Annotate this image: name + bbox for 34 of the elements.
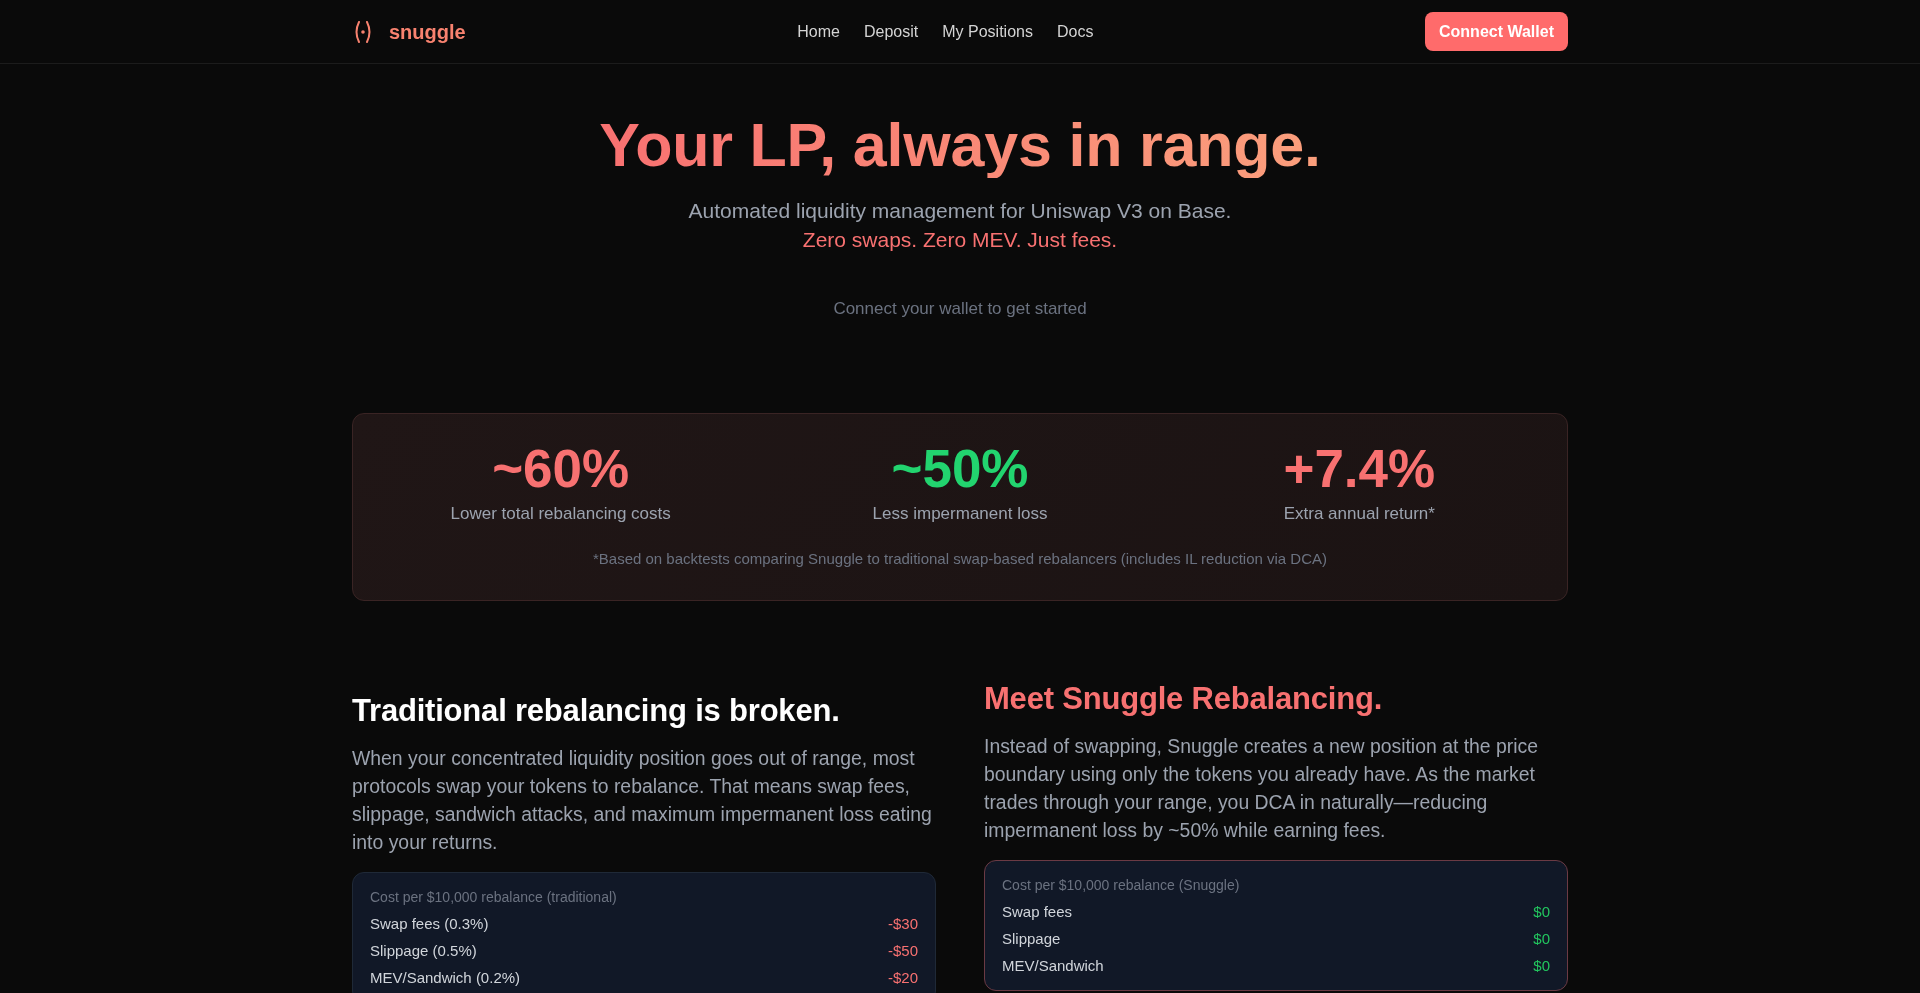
stat-label: Less impermanent loss xyxy=(872,503,1048,525)
logo-icon xyxy=(355,20,371,43)
cost-label: Slippage xyxy=(1002,929,1061,949)
cost-card-title: Cost per $10,000 rebalance (Snuggle) xyxy=(1002,876,1241,895)
section-text: Instead of swapping, Snuggle creates a new position at the price boundary using only the tokens you already have. As the market trades through your range, you DCA in naturally—reducing impermanent loss by ~50% while earning fees. xyxy=(984,734,1540,843)
nav-link[interactable]: Deposit xyxy=(864,20,919,43)
cost-label: Swap fees (0.3%) xyxy=(370,914,489,934)
stat-label: Lower total rebalancing costs xyxy=(450,503,671,525)
nav-link[interactable]: Home xyxy=(797,20,840,43)
cost-label: MEV/Sandwich (0.2%) xyxy=(370,968,521,988)
cost-amount: $0 xyxy=(1533,902,1550,922)
cost-amount: $0 xyxy=(1533,929,1550,949)
cost-amount: -$50 xyxy=(887,941,918,961)
hero-tagline: Zero swaps. Zero MEV. Just fees. xyxy=(802,227,1118,253)
cost-label: MEV/Sandwich xyxy=(1002,956,1104,976)
section-text: When your concentrated liquidity position goes out of range, most protocols swap your tokens to rebalance. That means swap fees, slippage, sandwich attacks, and maximum impermanent loss eating into your returns. xyxy=(352,746,933,855)
stat-value: +7.4% xyxy=(1283,445,1436,493)
cost-amount: -$30 xyxy=(887,914,918,934)
wallet-hint: Connect your wallet to get started xyxy=(833,298,1087,320)
nav-link[interactable]: Docs xyxy=(1056,20,1094,43)
brand-link[interactable]: snuggle xyxy=(389,19,466,44)
cost-label: Slippage (0.5%) xyxy=(370,941,477,961)
stat-value: ~60% xyxy=(492,445,630,493)
cost-card-title: Cost per $10,000 rebalance (traditional) xyxy=(370,888,618,907)
section-heading: Meet Snuggle Rebalancing. xyxy=(984,681,1384,717)
stats-footnote: *Based on backtests comparing Snuggle to traditional swap-based rebalancers (includes IL reduction via DCA) xyxy=(592,549,1328,569)
nav-link[interactable]: My Positions xyxy=(942,20,1033,43)
cost-label: Swap fees xyxy=(1002,902,1073,922)
hero-subtitle: Automated liquidity management for Uniswap V3 on Base. xyxy=(688,198,1232,224)
stat-label: Extra annual return* xyxy=(1283,503,1435,525)
stat-value: ~50% xyxy=(891,445,1029,493)
section-heading: Traditional rebalancing is broken. xyxy=(352,693,841,729)
cost-amount: $0 xyxy=(1533,956,1550,976)
cost-amount: -$20 xyxy=(887,968,918,988)
